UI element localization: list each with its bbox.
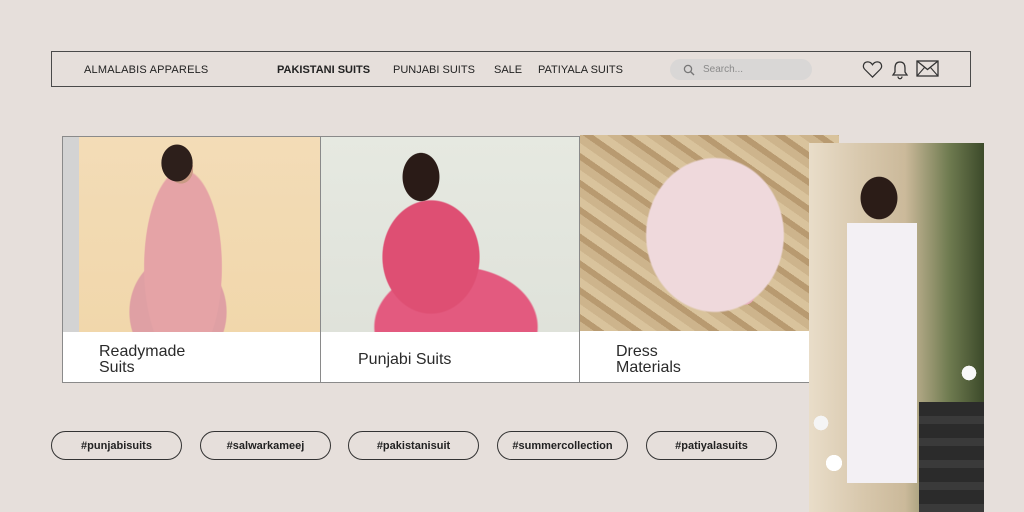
heart-icon[interactable] xyxy=(862,60,883,84)
category-label-line1: Dress xyxy=(616,343,658,360)
mail-icon[interactable] xyxy=(916,60,939,82)
category-card-punjabi-suits[interactable]: Punjabi Suits xyxy=(320,136,580,383)
category-label: Readymade Suits xyxy=(99,344,185,376)
search-box[interactable] xyxy=(670,59,812,80)
nav-pakistani-suits[interactable]: PAKISTANI SUITS xyxy=(277,64,370,76)
category-label-line2: Suits xyxy=(99,359,135,376)
hashtag-salwarkameej[interactable]: #salwarkameej xyxy=(200,431,331,460)
nav-sale[interactable]: SALE xyxy=(494,64,522,76)
hashtag-pakistanisuit[interactable]: #pakistanisuit xyxy=(348,431,479,460)
search-icon xyxy=(683,63,695,81)
nav-patiyala-suits[interactable]: PATIYALA SUITS xyxy=(538,64,623,76)
category-card-dress-materials[interactable]: Dress Materials xyxy=(579,135,839,383)
category-card-readymade-suits[interactable]: Readymade Suits xyxy=(62,136,321,383)
dress-materials-image xyxy=(580,135,839,331)
bell-icon[interactable] xyxy=(891,60,909,85)
brand-name[interactable]: ALMALABIS APPARELS xyxy=(84,64,208,76)
top-navbar: ALMALABIS APPARELS PAKISTANI SUITS PUNJA… xyxy=(51,51,971,87)
category-label: Dress Materials xyxy=(616,344,681,376)
hashtag-summercollection[interactable]: #summercollection xyxy=(497,431,628,460)
featured-model-photo xyxy=(809,143,984,512)
photo-steps xyxy=(919,402,984,512)
category-label-line1: Readymade xyxy=(99,343,186,360)
nav-punjabi-suits[interactable]: PUNJABI SUITS xyxy=(393,64,475,76)
category-label-line1: Punjabi Suits xyxy=(358,351,452,368)
readymade-suits-image xyxy=(63,137,320,332)
image-frame-edge xyxy=(63,137,79,332)
punjabi-suits-image xyxy=(321,137,579,332)
search-input[interactable] xyxy=(703,62,803,77)
hashtag-patiyalasuits[interactable]: #patiyalasuits xyxy=(646,431,777,460)
category-label: Punjabi Suits xyxy=(358,352,451,368)
category-label-line2: Materials xyxy=(616,359,681,376)
hashtag-punjabisuits[interactable]: #punjabisuits xyxy=(51,431,182,460)
